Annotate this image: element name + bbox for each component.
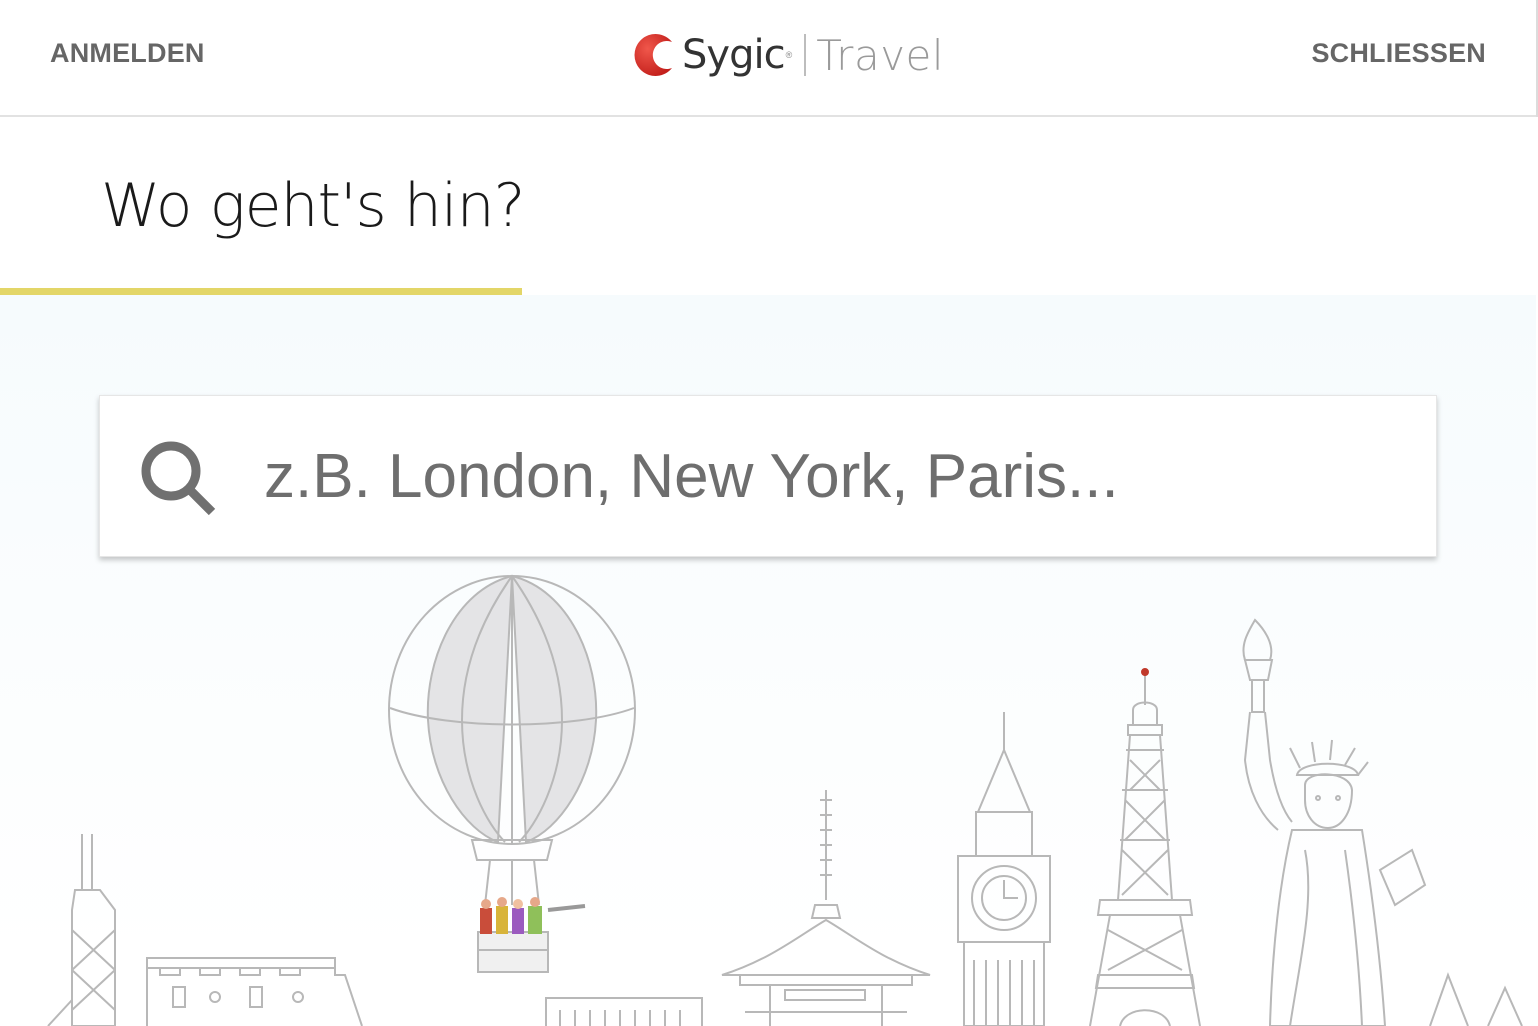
statue-of-liberty-drawing: [1242, 618, 1427, 1026]
top-bar: ANMELDEN Sygic ® Travel SCHLIESSEN: [0, 0, 1538, 117]
eiffel-tower-drawing: [1089, 668, 1201, 1026]
big-ben-drawing: [957, 712, 1051, 1026]
pagoda-drawing: [721, 790, 931, 1026]
page: ANMELDEN Sygic ® Travel SCHLIESSEN Wo ge…: [0, 0, 1538, 1026]
low-building-drawing: [545, 997, 703, 1026]
search-icon[interactable]: [138, 438, 220, 520]
logo-brand-text: Sygic: [682, 32, 786, 78]
title-accent-underline: [0, 288, 522, 295]
fortress-drawing: [146, 957, 363, 1026]
logo-product-text: Travel: [816, 30, 945, 80]
heading-section: Wo geht's hin?: [0, 117, 1538, 295]
registered-mark: ®: [785, 50, 793, 60]
close-button[interactable]: SCHLIESSEN: [1311, 38, 1486, 69]
logo-divider: [804, 34, 807, 76]
landmarks-illustration: [47, 574, 1523, 1026]
bank-of-china-tower-drawing: [47, 834, 116, 1026]
search-input[interactable]: [264, 426, 1414, 526]
search-box[interactable]: [99, 395, 1437, 557]
sygic-logo-icon: [634, 34, 672, 76]
small-roofs-drawing: [1429, 972, 1523, 1026]
login-button[interactable]: ANMELDEN: [50, 38, 205, 69]
page-title: Wo geht's hin?: [101, 171, 525, 241]
hot-air-balloon-drawing: [388, 574, 636, 973]
sygic-travel-logo[interactable]: Sygic ® Travel: [632, 28, 944, 82]
